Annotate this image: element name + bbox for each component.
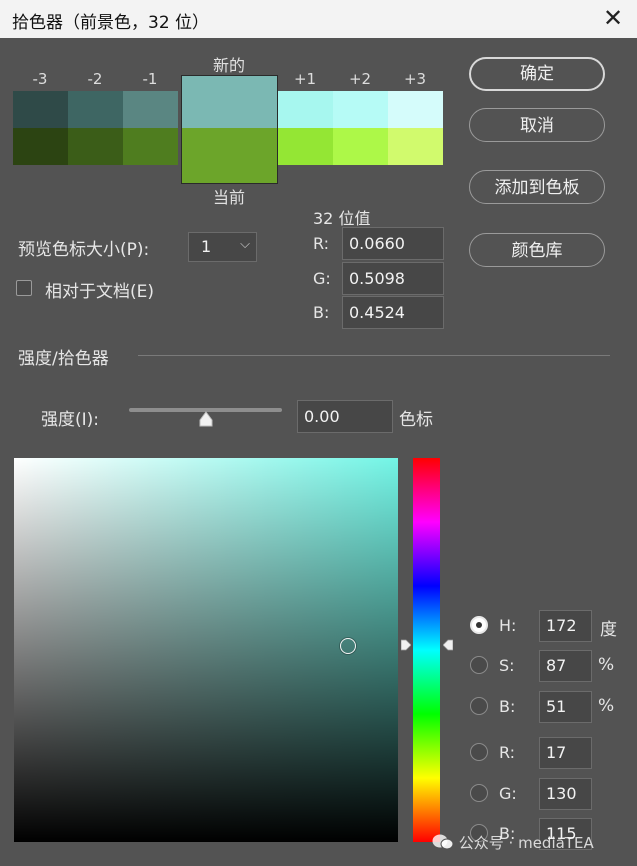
green-input[interactable]: 130 [539,778,592,810]
swatch-current-minus2[interactable] [68,128,123,165]
swatch-label-minus3: -3 [32,70,48,88]
mode-b-radio[interactable] [470,697,488,715]
hue-slider[interactable] [413,458,440,842]
add-to-swatches-button[interactable]: 添加到色板 [469,170,605,204]
new-color-label: 新的 [212,56,245,75]
float-g-input[interactable]: 0.5098 [342,262,444,295]
intensity-unit: 色标 [399,410,433,430]
preview-size-select[interactable]: 1 ⌵ [188,232,257,262]
swatch-current-minus1[interactable] [123,128,178,165]
wechat-icon [432,833,454,855]
swatch-current-center[interactable] [181,128,278,184]
mode-h-radio[interactable] [470,616,488,634]
swatch-label-minus2: -2 [87,70,103,88]
mode-h-label: H: [499,616,517,635]
swatch-label-plus1: +1 [293,70,317,88]
float-r-label: R: [313,234,330,253]
swatch-current-plus2[interactable] [333,128,388,165]
title-bar: 拾色器（前景色，32 位） ✕ [0,0,637,38]
mode-s-label: S: [499,656,515,675]
swatch-new-plus2[interactable] [333,91,388,128]
mode-r-label: R: [499,743,516,762]
mode-b-label: B: [499,697,516,716]
swatch-label-minus1: -1 [142,70,158,88]
swatch-new-minus3[interactable] [13,91,68,128]
swatch-current-plus3[interactable] [388,128,443,165]
intensity-label: 强度(I): [41,410,100,430]
swatch-label-plus2: +2 [348,70,372,88]
section-divider [138,355,610,356]
close-icon[interactable]: ✕ [601,4,625,32]
color-libraries-button[interactable]: 颜色库 [469,233,605,267]
brightness-unit: % [598,696,615,716]
swatch-label-plus3: +3 [403,70,427,88]
hue-slider-left-arrow-icon[interactable] [400,636,412,650]
float-b-input[interactable]: 0.4524 [342,296,444,329]
hue-unit: 度 [600,620,617,640]
intensity-slider-thumb[interactable] [198,411,214,427]
swatch-new-minus2[interactable] [68,91,123,128]
watermark-text: 公众号 · mediaTEA [458,834,594,852]
swatch-new-minus1[interactable] [123,91,178,128]
mode-g-radio[interactable] [470,784,488,802]
window-title: 拾色器（前景色，32 位） [12,13,210,33]
float-g-label: G: [313,269,331,288]
brightness-input[interactable]: 51 [539,691,592,723]
relative-to-document-checkbox[interactable] [16,280,32,296]
swatch-current-minus3[interactable] [13,128,68,165]
watermark: 公众号 · mediaTEA [432,832,594,855]
mode-s-radio[interactable] [470,656,488,674]
chevron-down-icon: ⌵ [240,237,250,252]
intensity-input[interactable]: 0.00 [297,400,393,433]
saturation-input[interactable]: 87 [539,650,592,682]
mode-g-label: G: [499,784,517,803]
float-values-heading: 32 位值 [313,209,371,228]
float-r-input[interactable]: 0.0660 [342,227,444,260]
swatch-new-plus3[interactable] [388,91,443,128]
red-input[interactable]: 17 [539,737,592,769]
intensity-section-title: 强度/拾色器 [18,349,109,369]
cancel-button[interactable]: 取消 [469,108,605,142]
preview-size-value: 1 [201,237,212,256]
saturation-unit: % [598,655,615,675]
mode-r-radio[interactable] [470,743,488,761]
ok-button[interactable]: 确定 [469,57,605,91]
swatch-new-plus1[interactable] [278,91,333,128]
preview-size-label: 预览色标大小(P): [18,240,150,260]
swatch-new-center[interactable] [181,75,278,128]
hue-slider-right-arrow-icon[interactable] [442,636,454,650]
current-color-label: 当前 [212,188,245,207]
relative-to-document-label: 相对于文档(E) [45,282,155,302]
float-b-label: B: [313,303,330,322]
swatch-current-plus1[interactable] [278,128,333,165]
hue-input[interactable]: 172 [539,610,592,642]
